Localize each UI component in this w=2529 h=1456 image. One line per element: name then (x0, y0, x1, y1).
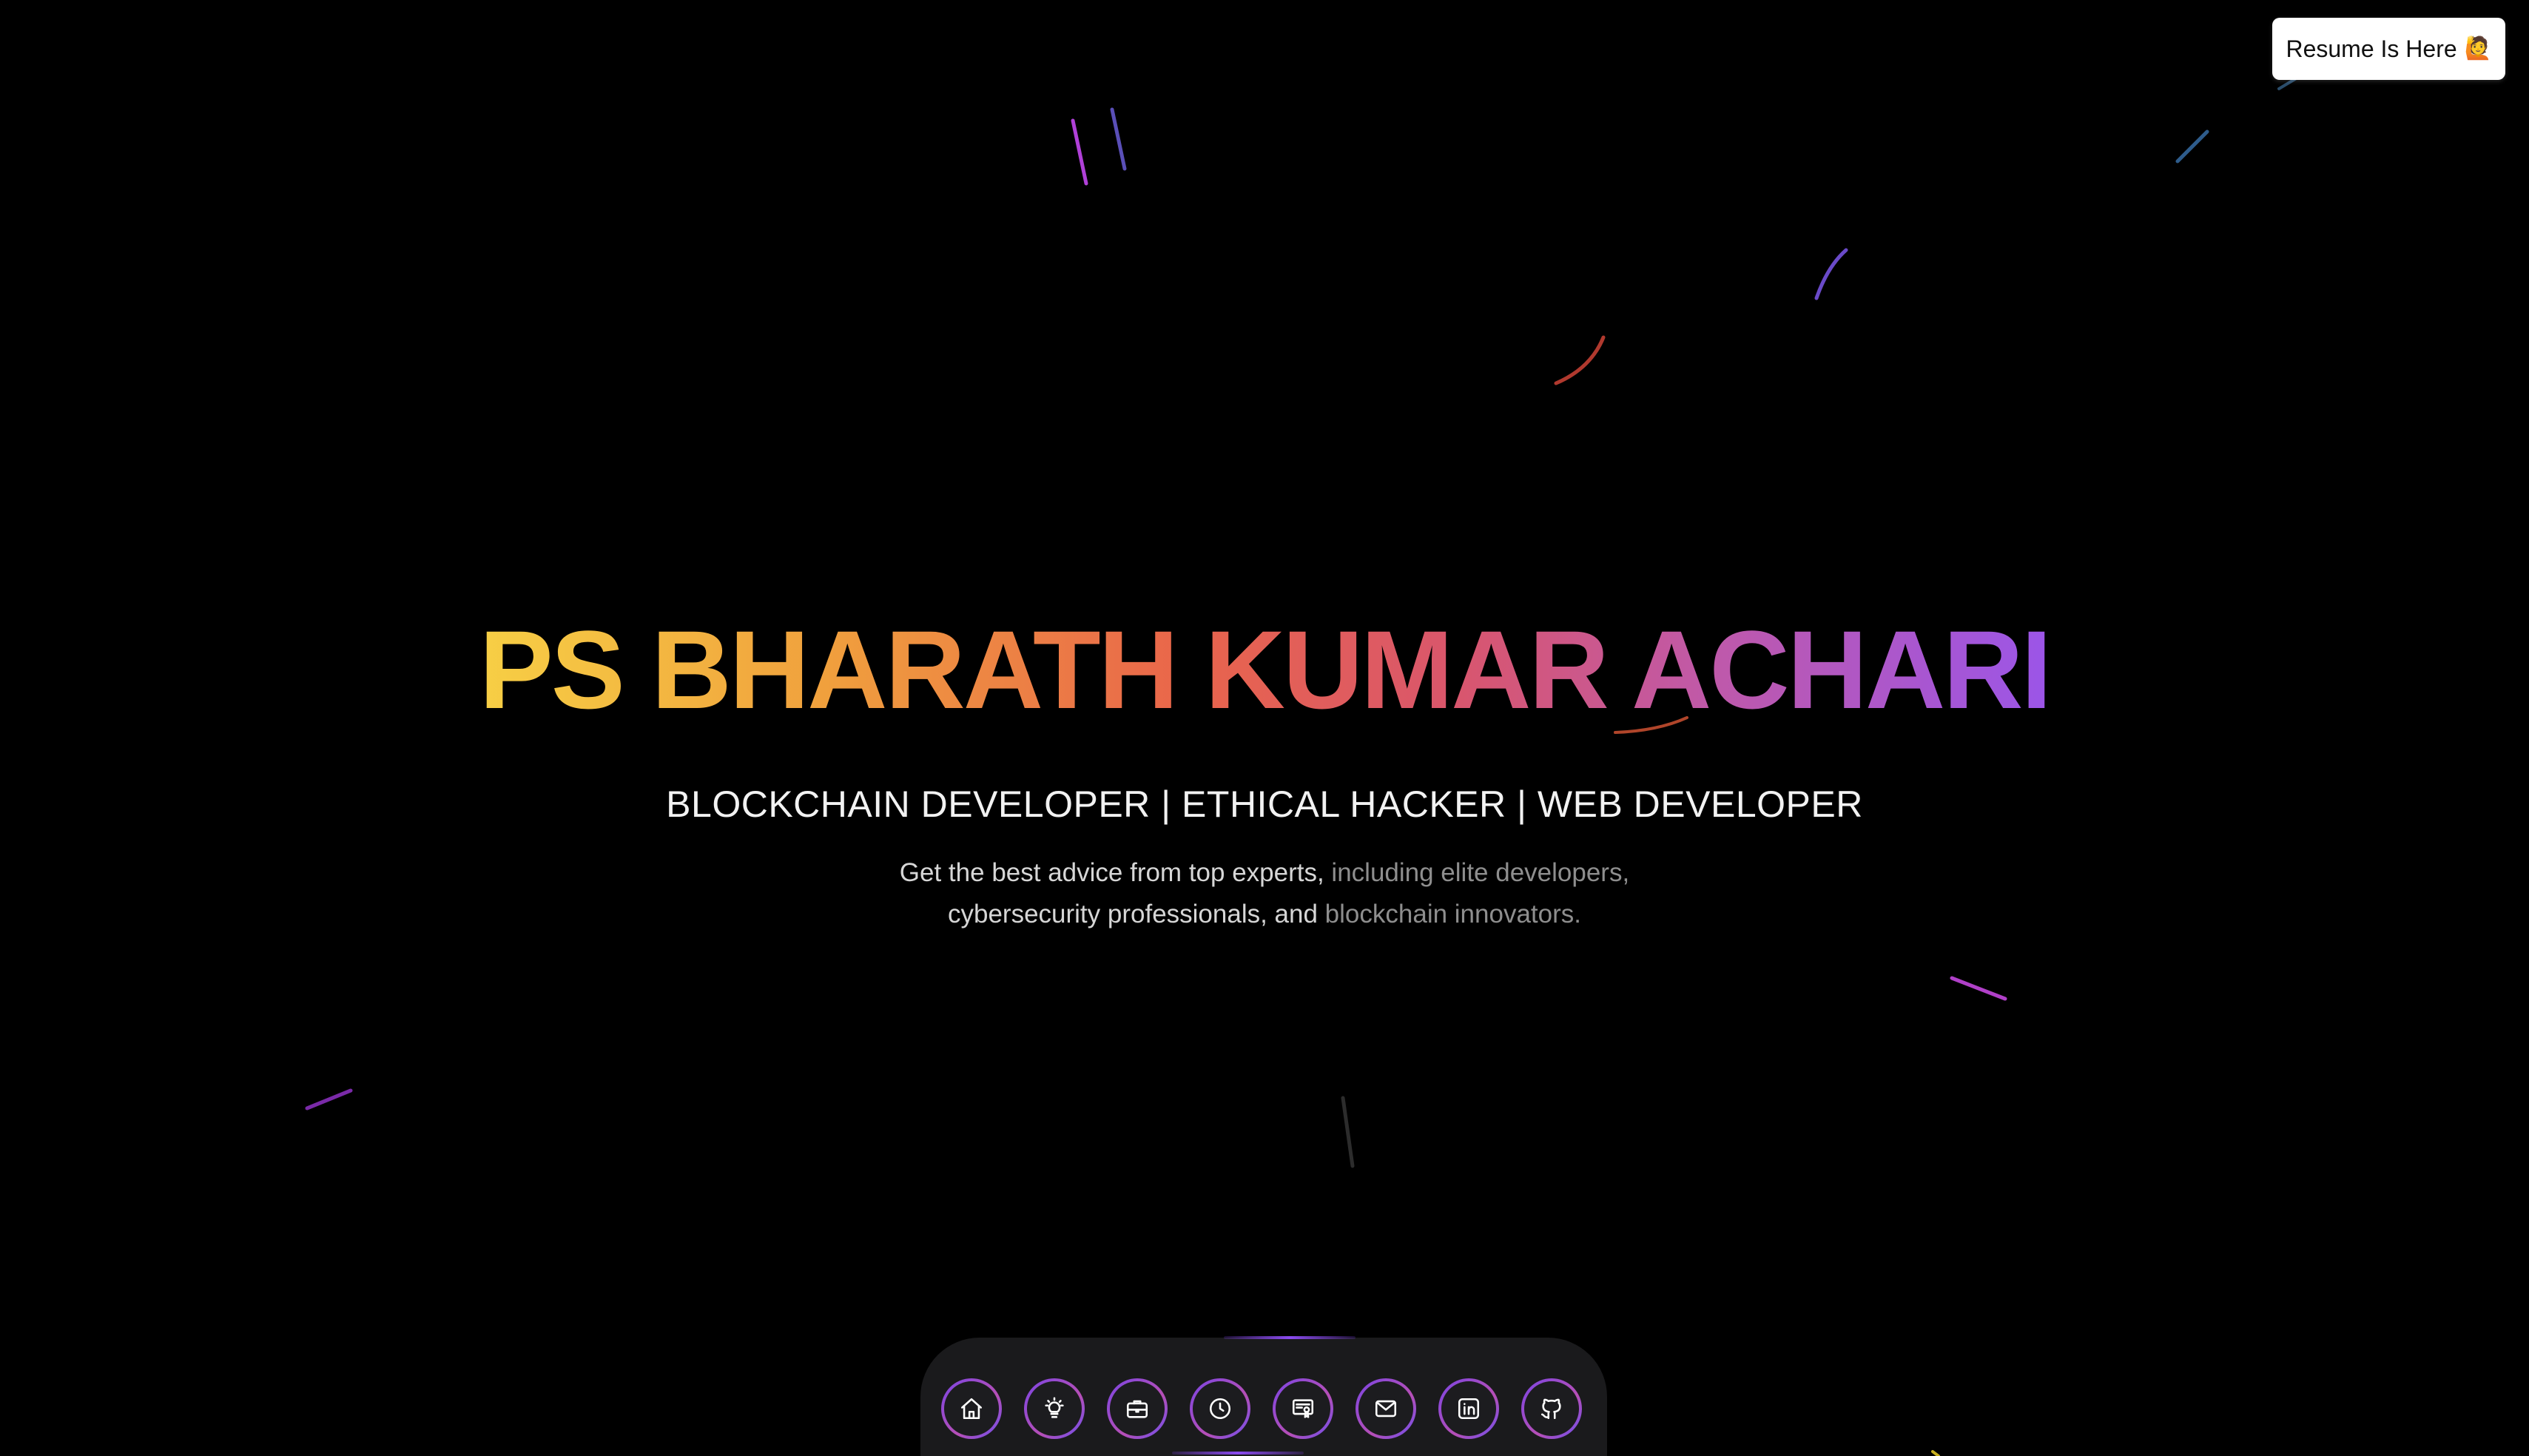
linkedin-icon (1441, 1381, 1496, 1436)
dock-item-skills[interactable] (1024, 1378, 1085, 1439)
hero-section: PS BHARATH KUMAR ACHARI BLOCKCHAIN DEVEL… (0, 614, 2529, 935)
dock-item-experience[interactable] (1190, 1378, 1250, 1439)
dock-item-contact[interactable] (1356, 1378, 1416, 1439)
github-icon (1524, 1381, 1579, 1436)
dock-item-linkedin[interactable] (1438, 1378, 1499, 1439)
dock-accent-glow-top (1224, 1336, 1356, 1339)
hero-description: Get the best advice from top experts, in… (858, 852, 1671, 935)
dock-item-certifications[interactable] (1273, 1378, 1333, 1439)
hero-title: PS BHARATH KUMAR ACHARI (479, 607, 2053, 732)
resume-button[interactable]: Resume Is Here 🙋 (2272, 18, 2505, 80)
certificate-icon (1276, 1381, 1330, 1436)
hero-description-line1-bright: Get the best advice from top experts, (899, 858, 1324, 887)
dock-item-home[interactable] (941, 1378, 1002, 1439)
resume-button-label: Resume Is Here (2286, 35, 2457, 62)
clock-icon (1193, 1381, 1247, 1436)
dock-item-projects[interactable] (1107, 1378, 1168, 1439)
raised-hand-emoji-icon: 🙋 (2464, 36, 2492, 61)
hero-description-line1-muted: including elite developers, (1324, 858, 1630, 887)
briefcase-icon (1110, 1381, 1165, 1436)
hero-description-line2-muted: blockchain innovators. (1317, 900, 1581, 928)
mail-icon (1358, 1381, 1413, 1436)
page-root: Resume Is Here 🙋 PS BHARATH KUMAR ACHARI… (0, 0, 2529, 1456)
dock-nav (941, 1378, 1582, 1439)
home-icon (944, 1381, 999, 1436)
dock-accent-glow-bottom (1172, 1452, 1304, 1455)
dock-item-github[interactable] (1521, 1378, 1582, 1439)
hero-description-line2-bright: cybersecurity professionals, and (947, 900, 1318, 928)
lightbulb-icon (1027, 1381, 1082, 1436)
hero-subtitle: BLOCKCHAIN DEVELOPER | ETHICAL HACKER | … (666, 783, 1863, 825)
